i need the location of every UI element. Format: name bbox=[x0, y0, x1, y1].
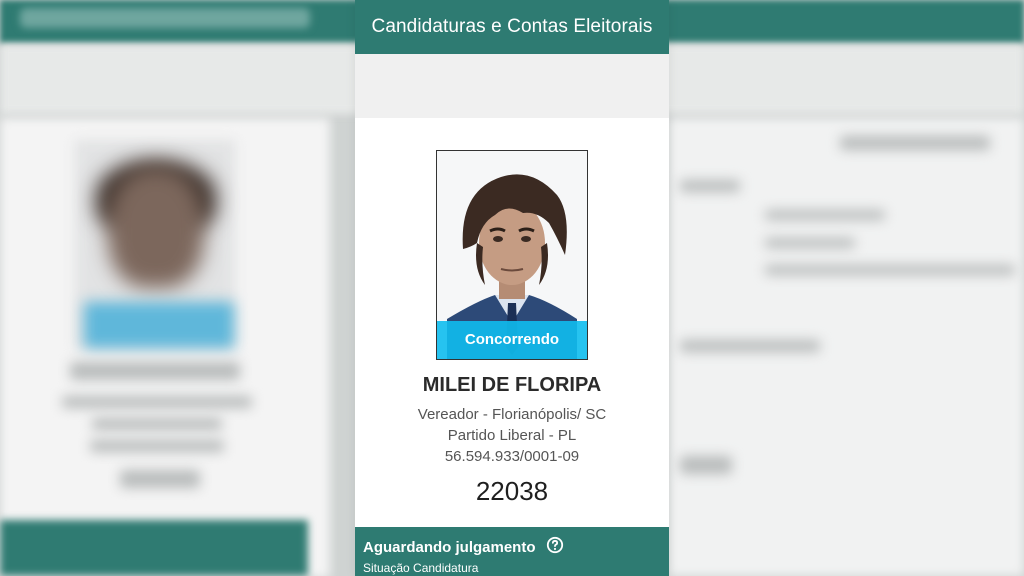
bg-text-line bbox=[840, 136, 990, 150]
candidate-photo: Concorrendo bbox=[436, 150, 588, 360]
question-circle-icon[interactable] bbox=[546, 536, 564, 554]
candidate-panel: Candidaturas e Contas Eleitorais Concorr… bbox=[355, 0, 669, 576]
header-subband bbox=[355, 54, 669, 118]
bg-text-line bbox=[680, 456, 732, 474]
bg-photo-badge bbox=[84, 302, 234, 348]
candidate-number: 22038 bbox=[475, 476, 549, 506]
bg-photo-face bbox=[108, 168, 204, 288]
candidate-name: MILEI DE FLORIPA bbox=[422, 374, 602, 396]
page-title: Candidaturas e Contas Eleitorais bbox=[371, 16, 653, 37]
page-header: Candidaturas e Contas Eleitorais bbox=[355, 0, 669, 54]
bg-text-line bbox=[120, 470, 200, 488]
bg-text-line bbox=[765, 210, 885, 220]
bg-status-bar bbox=[0, 520, 308, 576]
status-title: Aguardando julgamento bbox=[363, 539, 536, 556]
candidate-role-location: Vereador - Florianópolis/ SC bbox=[417, 406, 607, 423]
candidate-party: Partido Liberal - PL bbox=[447, 427, 577, 444]
bg-text-line bbox=[62, 396, 252, 408]
candidacy-status-bar: Aguardando julgamento Situação Candidatu… bbox=[355, 527, 669, 576]
bg-text-line bbox=[765, 265, 1015, 275]
bg-text-line bbox=[680, 340, 820, 352]
bg-text-line bbox=[90, 440, 224, 452]
bg-text-line bbox=[92, 418, 222, 430]
bg-text-line bbox=[765, 238, 855, 248]
candidacy-status-badge: Concorrendo bbox=[437, 321, 587, 359]
status-subtitle: Situação Candidatura bbox=[363, 561, 479, 575]
bg-top-bar-text bbox=[20, 8, 310, 28]
candidate-cnpj: 56.594.933/0001-09 bbox=[444, 448, 580, 465]
bg-text-line bbox=[70, 362, 240, 380]
bg-text-line bbox=[680, 180, 740, 192]
